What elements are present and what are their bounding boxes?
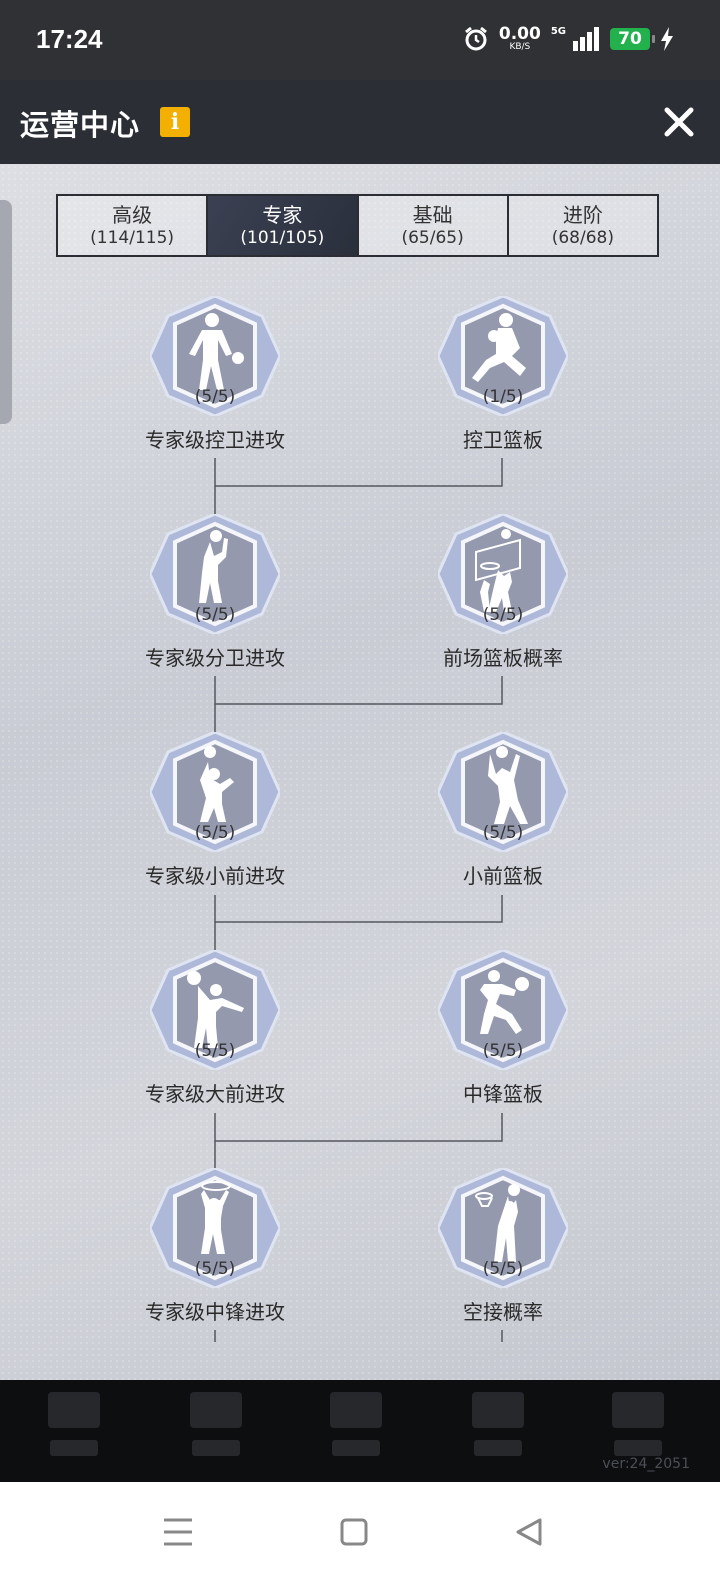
skill-node[interactable]: (5/5) 专家级控卫进攻 [128, 296, 298, 452]
skill-node[interactable]: (5/5) 专家级小前进攻 [128, 732, 298, 888]
nav-item-label [332, 1440, 380, 1456]
bottom-navigation: ver:24_2051 [0, 1380, 720, 1482]
skill-progress: (1/5) [482, 387, 524, 407]
skill-label: 控卫篮板 [463, 428, 543, 452]
skill-label: 专家级中锋进攻 [145, 1300, 285, 1324]
close-button[interactable] [664, 102, 694, 144]
nav-item-icon [472, 1392, 524, 1428]
skill-node[interactable]: (5/5) 小前篮板 [416, 732, 586, 888]
skill-tree-panel: 高级 (114/115) 专家 (101/105) 基础 (65/65) 进阶 … [0, 164, 720, 1380]
skill-progress: (5/5) [482, 1041, 524, 1061]
skill-progress: (5/5) [194, 387, 236, 407]
close-icon [664, 107, 694, 137]
battery-indicator: 70 [610, 28, 655, 50]
back-icon[interactable] [510, 1512, 550, 1552]
skill-connectors [214, 458, 503, 1342]
skill-node[interactable]: (5/5) 专家级中锋进攻 [128, 1168, 298, 1324]
charging-icon [661, 27, 673, 51]
skill-node[interactable]: (1/5) 控卫篮板 [416, 296, 586, 452]
skill-label: 专家级控卫进攻 [145, 428, 285, 452]
nav-item-blurred[interactable] [44, 1392, 104, 1462]
nav-item-icon [190, 1392, 242, 1428]
alarm-icon [464, 26, 487, 51]
page-header: 运营中心 i [0, 80, 720, 164]
nav-item-icon [48, 1392, 100, 1428]
skill-node[interactable]: (5/5) 前场篮板概率 [416, 514, 586, 670]
info-icon[interactable]: i [160, 107, 190, 137]
skill-progress: (5/5) [194, 823, 236, 843]
skill-progress: (5/5) [482, 823, 524, 843]
signal-icon [573, 27, 599, 51]
skill-progress: (5/5) [482, 605, 524, 625]
skill-label: 中锋篮板 [463, 1082, 543, 1106]
nav-item-label [474, 1440, 522, 1456]
status-indicators: 0.00 KB/S 5G 70 [463, 26, 674, 52]
nav-item-icon [612, 1392, 664, 1428]
status-time: 17:24 [36, 24, 103, 54]
skill-progress: (5/5) [482, 1259, 524, 1279]
nav-item-label [614, 1440, 662, 1456]
skill-progress: (5/5) [194, 1041, 236, 1061]
status-bar: 17:24 0.00 KB/S 5G 70 [0, 0, 720, 80]
skill-progress: (5/5) [194, 1259, 236, 1279]
page-title: 运营中心 [20, 108, 141, 142]
nav-item-icon [330, 1392, 382, 1428]
skill-label: 小前篮板 [463, 864, 543, 888]
skill-label: 专家级小前进攻 [145, 864, 285, 888]
nav-item-blurred[interactable] [326, 1392, 386, 1462]
nav-item-blurred[interactable] [608, 1392, 668, 1462]
nav-item-label [50, 1440, 98, 1456]
skill-node[interactable]: (5/5) 中锋篮板 [416, 950, 586, 1106]
skill-label: 前场篮板概率 [443, 646, 563, 670]
skill-progress: (5/5) [194, 605, 236, 625]
skill-node[interactable]: (5/5) 专家级分卫进攻 [128, 514, 298, 670]
version-label: ver:24_2051 [602, 1456, 690, 1472]
system-navigation-bar [0, 1482, 720, 1584]
nav-item-blurred[interactable] [468, 1392, 528, 1462]
network-speed: 0.00 KB/S [499, 26, 541, 52]
skill-node[interactable]: (5/5) 专家级大前进攻 [128, 950, 298, 1106]
menu-icon[interactable] [158, 1512, 198, 1552]
network-speed-value: 0.00 [498, 24, 541, 44]
nav-item-blurred[interactable] [186, 1392, 246, 1462]
network-type: 5G [550, 26, 566, 37]
skill-node[interactable]: (5/5) 空接概率 [416, 1168, 586, 1324]
nav-item-label [192, 1440, 240, 1456]
skill-label: 专家级分卫进攻 [145, 646, 285, 670]
skill-label: 空接概率 [463, 1300, 543, 1324]
skill-label: 专家级大前进攻 [145, 1082, 285, 1106]
home-icon[interactable] [334, 1512, 374, 1552]
network-speed-unit: KB/S [509, 42, 531, 52]
